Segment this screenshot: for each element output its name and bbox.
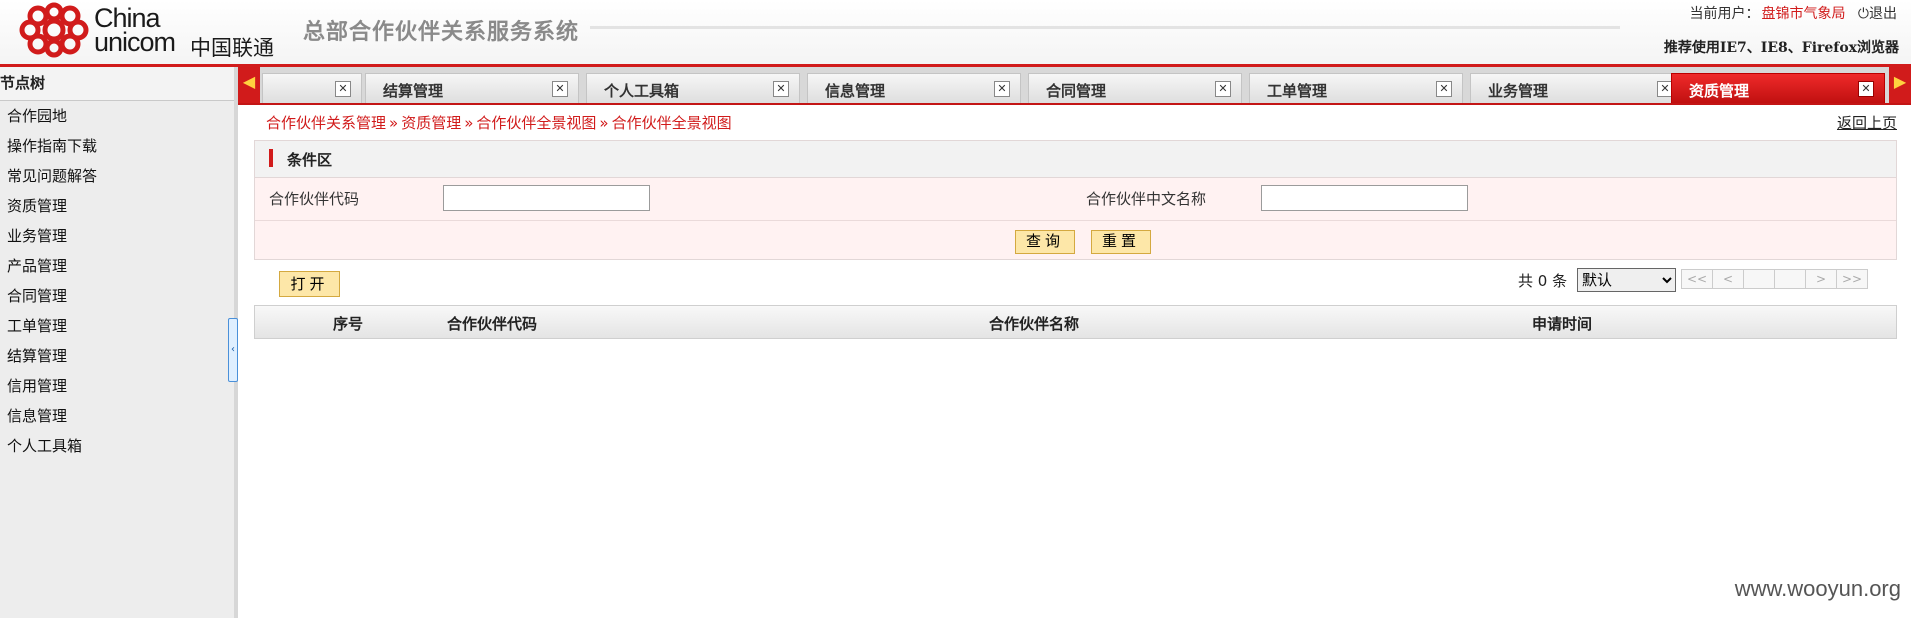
breadcrumb-separator: »: [599, 114, 609, 132]
unicom-logo: China unicom 中国联通: [14, 2, 284, 60]
partner-cn-name-label: 合作伙伴中文名称: [1086, 190, 1207, 208]
partner-code-label: 合作伙伴代码: [269, 190, 360, 208]
breadcrumb-item[interactable]: 合作伙伴全景视图: [476, 114, 596, 132]
sidebar-item-guide-download[interactable]: 操作指南下载: [0, 131, 234, 161]
first-page-button[interactable]: <<: [1681, 269, 1713, 289]
reset-button[interactable]: 重置: [1091, 230, 1152, 254]
last-page-button[interactable]: >>: [1836, 269, 1868, 289]
partner-cn-name-input[interactable]: [1261, 185, 1468, 211]
breadcrumb: 合作伙伴关系管理» 资质管理» 合作伙伴全景视图» 合作伙伴全景视图: [266, 112, 732, 133]
close-icon[interactable]: ✕: [1858, 81, 1874, 97]
table-header: 序号 合作伙伴代码 合作伙伴名称 申请时间: [254, 305, 1897, 339]
column-header-partner-code[interactable]: 合作伙伴代码: [447, 313, 537, 334]
tab-toolbox[interactable]: 个人工具箱 ✕: [586, 73, 800, 103]
tab-label: 资质管理: [1689, 82, 1750, 100]
tab-label: 业务管理: [1488, 82, 1549, 100]
unicom-knot-icon: [19, 2, 89, 58]
partner-code-input[interactable]: [443, 185, 650, 211]
sidebar-item-work-order[interactable]: 工单管理: [0, 311, 234, 341]
sidebar-item-contract[interactable]: 合同管理: [0, 281, 234, 311]
tab-qualification[interactable]: 资质管理 ✕: [1671, 73, 1885, 103]
breadcrumb-separator: »: [464, 114, 474, 132]
logo-text-cn: 中国联通: [190, 36, 274, 60]
power-icon: ⏻: [1857, 6, 1869, 22]
tab-label: 信息管理: [825, 82, 886, 100]
tab-label: 结算管理: [383, 82, 444, 100]
column-header-apply-time[interactable]: 申请时间: [1532, 313, 1592, 334]
back-link[interactable]: 返回上页: [1837, 112, 1897, 133]
condition-title: 条件区: [287, 151, 333, 169]
tab-settlement[interactable]: 结算管理 ✕: [365, 73, 579, 103]
condition-panel: 条件区 合作伙伴代码 合作伙伴中文名称 查询 重置: [254, 140, 1897, 260]
query-button[interactable]: 查询: [1015, 230, 1076, 254]
sidebar-item-business[interactable]: 业务管理: [0, 221, 234, 251]
tab-scroll-left-button[interactable]: ◀: [238, 67, 260, 103]
close-icon[interactable]: ✕: [994, 81, 1010, 97]
watermark: www.wooyun.org: [1734, 576, 1901, 601]
logo-text-unicom: unicom: [94, 27, 176, 57]
system-title: 总部合作伙伴关系服务系统: [303, 19, 580, 45]
arrow-left-icon: ◀: [242, 72, 256, 91]
sidebar-item-partner-garden[interactable]: 合作园地: [0, 101, 234, 131]
close-icon[interactable]: ✕: [1215, 81, 1231, 97]
tab-unnamed[interactable]: ✕: [262, 73, 362, 103]
tab-label: 个人工具箱: [604, 82, 680, 100]
condition-header: 条件区: [255, 141, 1896, 178]
tab-bar: ◀ ✕ 结算管理 ✕ 个人工具箱 ✕ 信息管理 ✕ 合同管理 ✕ 工单管理 ✕ …: [238, 67, 1911, 105]
condition-buttons-row: 查询 重置: [255, 221, 1896, 261]
tree-title: 节点树: [0, 67, 234, 101]
tab-scroll-right-button[interactable]: ▶: [1889, 67, 1911, 103]
chevron-left-icon: ‹: [231, 344, 235, 355]
logo-wordmark: China unicom: [94, 5, 176, 57]
tab-label: 工单管理: [1267, 82, 1328, 100]
tab-label: 合同管理: [1046, 82, 1107, 100]
page-number-box[interactable]: [1743, 269, 1775, 289]
title-divider: [590, 26, 1620, 29]
sidebar-item-credit[interactable]: 信用管理: [0, 371, 234, 401]
tab-business[interactable]: 业务管理 ✕: [1470, 73, 1684, 103]
collapse-sidebar-button[interactable]: ‹: [228, 318, 238, 382]
open-button[interactable]: 打开: [279, 271, 340, 297]
total-count: 共 0 条: [1518, 272, 1568, 290]
current-user-label: 当前用户：: [1689, 6, 1760, 22]
current-user-name: 盘锦市气象局: [1761, 6, 1846, 22]
breadcrumb-item[interactable]: 合作伙伴关系管理: [266, 114, 386, 132]
tab-work-order[interactable]: 工单管理 ✕: [1249, 73, 1463, 103]
close-icon[interactable]: ✕: [335, 81, 351, 97]
breadcrumb-item[interactable]: 合作伙伴全景视图: [612, 114, 732, 132]
page-size-select[interactable]: 默认: [1577, 268, 1676, 292]
condition-fields-row: 合作伙伴代码 合作伙伴中文名称: [255, 178, 1896, 221]
section-marker: [269, 149, 273, 167]
logout-button[interactable]: ⏻退出: [1858, 6, 1897, 22]
sidebar-item-settlement[interactable]: 结算管理: [0, 341, 234, 371]
column-header-partner-name[interactable]: 合作伙伴名称: [989, 313, 1079, 334]
sidebar-item-faq[interactable]: 常见问题解答: [0, 161, 234, 191]
browser-tip: 推荐使用IE7、IE8、Firefox浏览器: [1663, 40, 1899, 56]
user-info: 当前用户： 盘锦市气象局 ⏻退出: [1689, 3, 1897, 23]
sidebar-item-info[interactable]: 信息管理: [0, 401, 234, 431]
app-header: China unicom 中国联通 总部合作伙伴关系服务系统 当前用户： 盘锦市气…: [0, 0, 1911, 67]
next-page-button[interactable]: >: [1805, 269, 1837, 289]
tab-info[interactable]: 信息管理 ✕: [807, 73, 1021, 103]
sidebar-item-toolbox[interactable]: 个人工具箱: [0, 431, 234, 461]
sidebar-item-qualification[interactable]: 资质管理: [0, 191, 234, 221]
sidebar-item-product[interactable]: 产品管理: [0, 251, 234, 281]
close-icon[interactable]: ✕: [1436, 81, 1452, 97]
breadcrumb-separator: »: [389, 114, 399, 132]
column-header-index[interactable]: 序号: [333, 313, 363, 334]
arrow-right-icon: ▶: [1893, 72, 1907, 91]
pager: << < > >>: [1681, 269, 1868, 289]
prev-page-button[interactable]: <: [1712, 269, 1744, 289]
logout-label: 退出: [1869, 6, 1897, 22]
tab-contract[interactable]: 合同管理 ✕: [1028, 73, 1242, 103]
breadcrumb-item[interactable]: 资质管理: [401, 114, 461, 132]
sidebar: 节点树 合作园地 操作指南下载 常见问题解答 资质管理 业务管理 产品管理 合同…: [0, 67, 235, 618]
page-total-box: [1774, 269, 1806, 289]
close-icon[interactable]: ✕: [773, 81, 789, 97]
close-icon[interactable]: ✕: [552, 81, 568, 97]
